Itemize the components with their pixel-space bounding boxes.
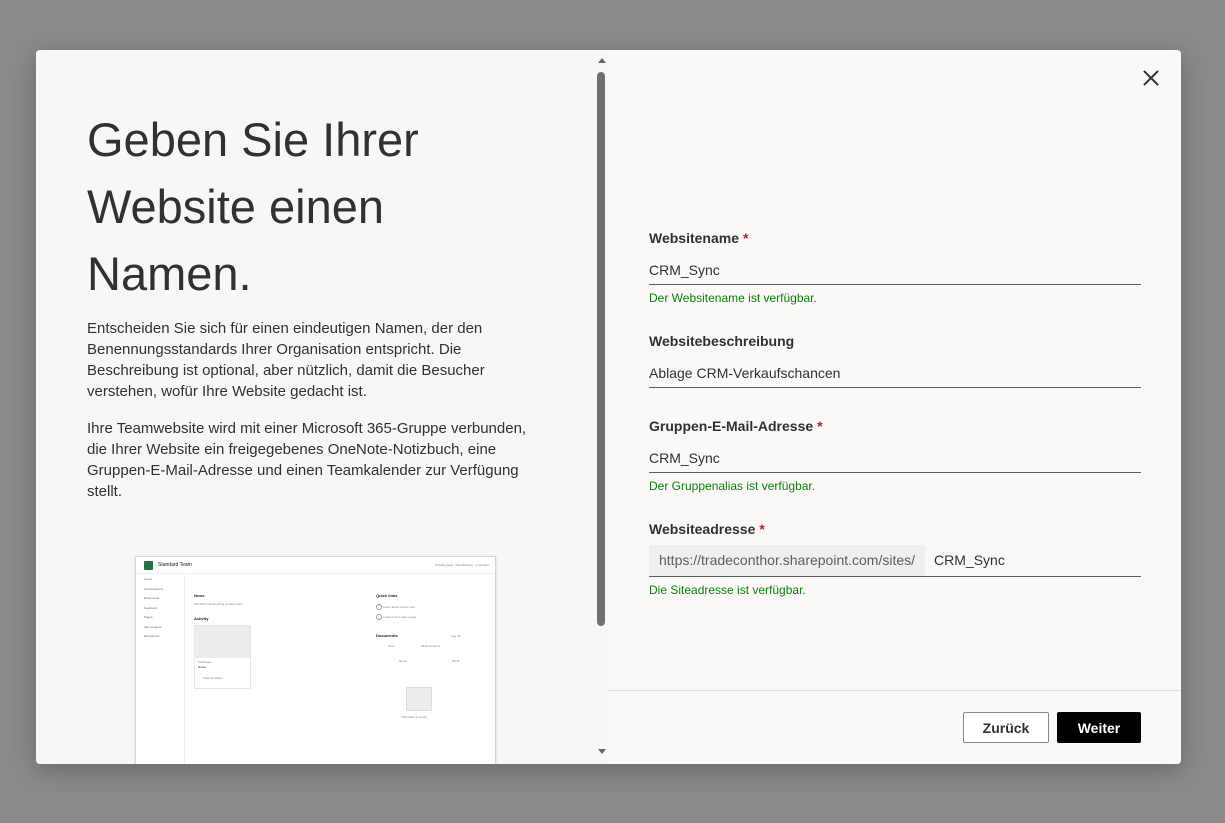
preview-nav-item: Conversations <box>144 586 164 591</box>
preview-nav-item: Site contents <box>144 624 162 629</box>
scrollbar-thumb[interactable] <box>597 72 605 626</box>
preview-quick-links-heading: Quick links <box>376 593 398 598</box>
site-address-label-text: Websiteadresse <box>649 521 756 537</box>
preview-card-thumbnail <box>195 626 250 658</box>
preview-activity-card: SitePages Home Paul Gonzalez <box>194 625 251 689</box>
site-name-field: Websitename * CRM_Sync Der Websitename is… <box>649 230 1141 305</box>
preview-quick-link-label: Learn how to add a page <box>383 615 417 620</box>
preview-nav-item: Pages <box>144 615 153 619</box>
footer-divider <box>608 690 1181 691</box>
team-site-preview-image: Standard Team Private group · Not follow… <box>135 556 496 764</box>
preview-nav: Home Conversations Documents Notebook Pa… <box>144 577 182 644</box>
info-panel: Geben Sie Ihrer Website einen Namen. Ent… <box>36 50 608 764</box>
preview-quick-link-label: Learn about a team site <box>383 605 415 610</box>
preview-header: Standard Team Private group · Not follow… <box>136 557 495 574</box>
site-description-field: Websitebeschreibung Ablage CRM-Verkaufsc… <box>649 333 1141 388</box>
scroll-down-arrow-icon[interactable] <box>598 749 606 754</box>
preview-divider <box>184 575 185 764</box>
preview-empty-text: This folder is empty <box>401 715 428 719</box>
preview-documents-col-name: Name <box>399 659 408 663</box>
close-icon[interactable] <box>1139 66 1163 90</box>
preview-nav-item: Home <box>144 577 153 581</box>
site-name-status: Der Websitename ist verfügbar. <box>649 291 817 305</box>
preview-card-title: Home <box>198 665 207 669</box>
preview-news-text: We didn't find anything to show here. <box>194 602 244 606</box>
required-marker: * <box>817 418 823 434</box>
preview-site-title: Standard Team <box>158 562 192 568</box>
site-address-status: Die Siteadresse ist verfügbar. <box>649 583 806 597</box>
next-button[interactable]: Weiter <box>1057 712 1141 743</box>
create-site-dialog: Geben Sie Ihrer Website einen Namen. Ent… <box>36 50 1181 764</box>
preview-documents-new: New <box>388 644 395 648</box>
preview-quick-link: Learn how to add a page <box>376 614 417 620</box>
preview-nav-item: Notebook <box>144 605 157 610</box>
preview-documents-col-modified: Modif <box>452 659 460 663</box>
naming-guidance-text: Entscheiden Sie sich für einen eindeutig… <box>87 320 485 400</box>
site-description-label: Websitebeschreibung <box>649 333 795 349</box>
scroll-up-arrow-icon[interactable] <box>598 58 606 63</box>
preview-nav-item: Recycle bin <box>144 634 160 638</box>
group-email-label-text: Gruppen-E-Mail-Adresse <box>649 418 814 434</box>
preview-card-author: Paul Gonzalez <box>203 676 223 680</box>
preview-nav-item: Documents <box>144 596 160 600</box>
link-icon <box>376 604 382 610</box>
link-icon <box>376 614 382 620</box>
preview-news-heading: News <box>194 593 205 598</box>
group-info-text: Ihre Teamwebsite wird mit einer Microsof… <box>87 420 527 500</box>
site-logo-icon <box>144 561 153 570</box>
group-email-label: Gruppen-E-Mail-Adresse * <box>649 418 1141 438</box>
preview-documents-see-all: See all <box>451 634 461 638</box>
site-address-input-group: https://tradeconthor.sharepoint.com/site… <box>649 545 1141 577</box>
page-title: Geben Sie Ihrer Website einen Namen. <box>87 113 419 300</box>
preview-documents-heading: Documents <box>376 633 398 638</box>
form-panel: Websitename * CRM_Sync Der Websitename is… <box>608 50 1181 764</box>
site-name-label: Websitename * <box>649 230 1141 250</box>
site-address-field: Websiteadresse * https://tradeconthor.sha… <box>649 521 1141 597</box>
empty-folder-icon <box>406 687 432 711</box>
group-email-status: Der Gruppenalias ist verfügbar. <box>649 479 816 493</box>
site-address-label: Websiteadresse * <box>649 521 1141 541</box>
back-button[interactable]: Zurück <box>963 712 1049 743</box>
preview-card-sub: SitePages <box>198 660 212 664</box>
preview-quick-link: Learn about a team site <box>376 604 415 610</box>
group-email-field: Gruppen-E-Mail-Adresse * CRM_Sync Der Gru… <box>649 418 1141 493</box>
site-name-input[interactable]: CRM_Sync <box>649 260 1141 285</box>
site-name-label-text: Websitename <box>649 230 739 246</box>
required-marker: * <box>743 230 749 246</box>
required-marker: * <box>759 521 765 537</box>
preview-activity-heading: Activity <box>194 616 209 621</box>
preview-documents-filter: All Documents <box>421 644 441 648</box>
site-description-input[interactable]: Ablage CRM-Verkaufschancen <box>649 363 1141 388</box>
site-address-prefix: https://tradeconthor.sharepoint.com/site… <box>649 545 926 576</box>
site-address-input[interactable]: CRM_Sync <box>925 545 1005 576</box>
group-email-input[interactable]: CRM_Sync <box>649 448 1141 473</box>
preview-header-meta: Private group · Not following · 1 member <box>435 563 489 567</box>
